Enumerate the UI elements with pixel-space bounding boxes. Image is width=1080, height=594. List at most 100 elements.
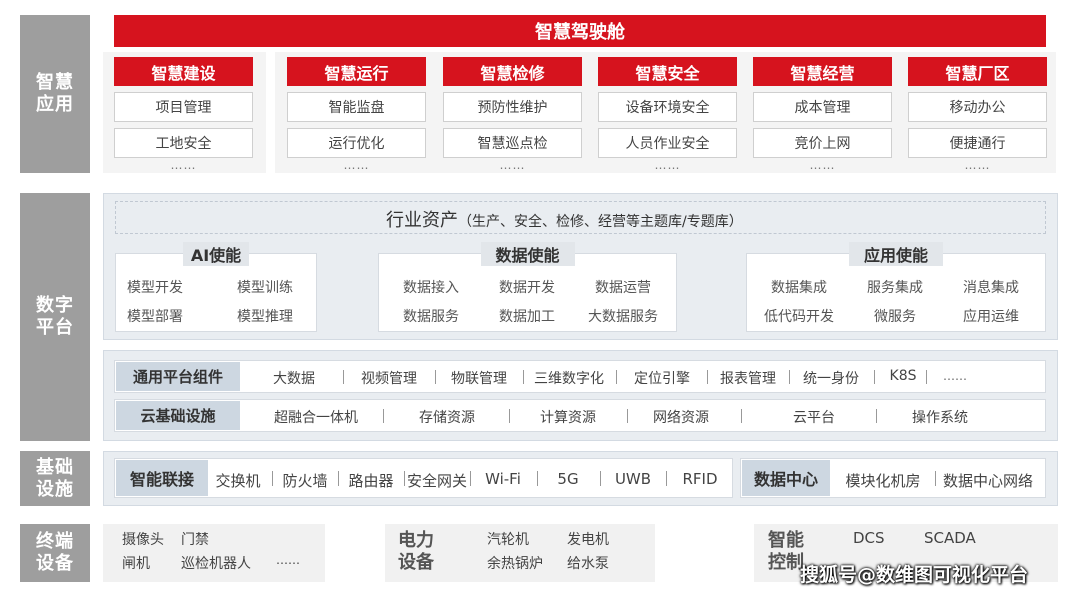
cockpit-title: 智慧驾驶舱 bbox=[535, 22, 625, 43]
platform-row-item: 网络资源 bbox=[653, 410, 709, 426]
app-column-header: 智慧经营 bbox=[753, 57, 892, 86]
app-more-dots: …… bbox=[964, 158, 991, 172]
datacenter-item: 数据中心网络 bbox=[942, 472, 1034, 490]
app-column-header: 智慧建设 bbox=[114, 57, 253, 86]
platform-row-item: 计算资源 bbox=[540, 410, 596, 426]
row-divider bbox=[935, 471, 936, 486]
platform-row-item: 云平台 bbox=[793, 410, 835, 426]
terminal-item: DCS bbox=[853, 529, 885, 547]
terminal-item: 给水泵 bbox=[567, 556, 609, 572]
app-more-dots: …… bbox=[654, 158, 681, 172]
platform-row-item: 三维数字化 bbox=[534, 371, 604, 387]
connectivity-item: 安全网关 bbox=[406, 472, 468, 490]
app-more-dots: …… bbox=[499, 158, 526, 172]
enable-card-item: 模型开发 bbox=[127, 280, 183, 296]
row-divider bbox=[741, 409, 742, 423]
datacenter-label-text: 数据中心 bbox=[753, 470, 818, 489]
row-divider bbox=[272, 471, 273, 486]
enable-card-title: 应用使能 bbox=[849, 242, 943, 266]
row-divider bbox=[338, 471, 339, 486]
enable-card-item: 大数据服务 bbox=[588, 309, 658, 325]
connectivity-item: Wi-Fi bbox=[485, 470, 521, 488]
terminal-group-3-label: 智能 控制 bbox=[768, 530, 804, 573]
row-divider bbox=[435, 370, 436, 384]
row-divider bbox=[707, 370, 708, 384]
row-divider bbox=[876, 409, 877, 423]
app-item: 设备环境安全 bbox=[598, 92, 737, 122]
enable-card-item: 数据开发 bbox=[499, 280, 555, 296]
terminal-item: 门禁 bbox=[181, 532, 209, 548]
enable-card-item: 数据接入 bbox=[403, 280, 459, 296]
app-column-header: 智慧安全 bbox=[598, 57, 737, 86]
datacenter-label: 数据中心 bbox=[742, 460, 830, 496]
app-item: 移动办公 bbox=[908, 92, 1047, 122]
platform-row-more: …… bbox=[943, 369, 967, 383]
app-column-header: 智慧运行 bbox=[287, 57, 426, 86]
row-divider bbox=[343, 370, 344, 384]
row-divider bbox=[627, 409, 628, 423]
app-item: 成本管理 bbox=[753, 92, 892, 122]
platform-row-item: 超融合一体机 bbox=[274, 410, 358, 426]
row-divider bbox=[600, 471, 601, 486]
watermark: 搜狐号@数维图可视化平台 bbox=[800, 564, 1029, 586]
row-divider bbox=[509, 409, 510, 423]
platform-row-item: 大数据 bbox=[273, 371, 315, 387]
app-more-dots: …… bbox=[343, 158, 370, 172]
assets-subtitle: （生产、安全、检修、经营等主题库/专题库） bbox=[458, 214, 743, 230]
app-item: 运行优化 bbox=[287, 128, 426, 158]
connectivity-item: 交换机 bbox=[215, 472, 261, 490]
enable-card-item: 模型训练 bbox=[237, 280, 293, 296]
app-item: 智慧巡点检 bbox=[443, 128, 582, 158]
terminal-item: 汽轮机 bbox=[487, 532, 529, 548]
enable-card-item: 模型部署 bbox=[127, 309, 183, 325]
side-label-text: 终端 设备 bbox=[36, 531, 74, 574]
connectivity-item: 防火墙 bbox=[282, 472, 328, 490]
app-item: 项目管理 bbox=[114, 92, 253, 122]
side-label-text: 数字 平台 bbox=[36, 295, 74, 338]
enable-card-item: 数据服务 bbox=[403, 309, 459, 325]
enable-card-item: 数据加工 bbox=[499, 309, 555, 325]
terminal-item: 巡检机器人 bbox=[181, 556, 251, 572]
enable-card-title: AI使能 bbox=[183, 242, 249, 266]
row-divider bbox=[926, 370, 927, 384]
side-label-text: 基础 设施 bbox=[36, 456, 74, 500]
row-divider bbox=[523, 370, 524, 384]
connectivity-item: UWB bbox=[614, 470, 652, 488]
platform-row-item: 物联管理 bbox=[451, 371, 507, 387]
app-column-header: 智慧厂区 bbox=[908, 57, 1047, 86]
enable-card-item: 应用运维 bbox=[963, 309, 1019, 325]
terminal-group-2-label: 电力 设备 bbox=[398, 530, 434, 573]
connectivity-item: 5G bbox=[557, 470, 579, 488]
enable-card-item: 微服务 bbox=[874, 309, 916, 325]
enable-card-title: 数据使能 bbox=[480, 242, 575, 266]
enable-card-item: 服务集成 bbox=[867, 280, 923, 296]
assets-title: 行业资产 bbox=[386, 210, 458, 231]
platform-row-item: 统一身份 bbox=[803, 371, 859, 387]
platform-row-item: 视频管理 bbox=[361, 371, 417, 387]
app-item: 预防性维护 bbox=[443, 92, 582, 122]
terminal-item: SCADA bbox=[924, 529, 976, 547]
terminal-item: 余热锅炉 bbox=[487, 556, 543, 572]
row-divider bbox=[470, 471, 471, 486]
enable-card-item: 低代码开发 bbox=[764, 309, 834, 325]
row-divider bbox=[537, 471, 538, 486]
connectivity-label: 智能联接 bbox=[116, 460, 208, 496]
connectivity-item: 路由器 bbox=[348, 472, 394, 490]
app-item: 竞价上网 bbox=[753, 128, 892, 158]
terminal-item: 摄像头 bbox=[122, 532, 164, 548]
enable-card-item: 模型推理 bbox=[237, 309, 293, 325]
app-more-dots: …… bbox=[170, 158, 197, 172]
app-item: 便捷通行 bbox=[908, 128, 1047, 158]
platform-row-item: 报表管理 bbox=[720, 371, 776, 387]
row-divider bbox=[404, 471, 405, 486]
row-divider bbox=[616, 370, 617, 384]
platform-row-item: K8S bbox=[889, 368, 917, 384]
platform-row-label: 通用平台组件 bbox=[116, 362, 240, 391]
connectivity-item: RFID bbox=[682, 470, 718, 488]
enable-card-item: 数据运营 bbox=[595, 280, 651, 296]
row-divider bbox=[874, 370, 875, 384]
platform-row-item: 存储资源 bbox=[419, 410, 475, 426]
datacenter-item: 模块化机房 bbox=[845, 472, 921, 490]
enable-card-item: 消息集成 bbox=[963, 280, 1019, 296]
connectivity-label-text: 智能联接 bbox=[129, 470, 194, 489]
